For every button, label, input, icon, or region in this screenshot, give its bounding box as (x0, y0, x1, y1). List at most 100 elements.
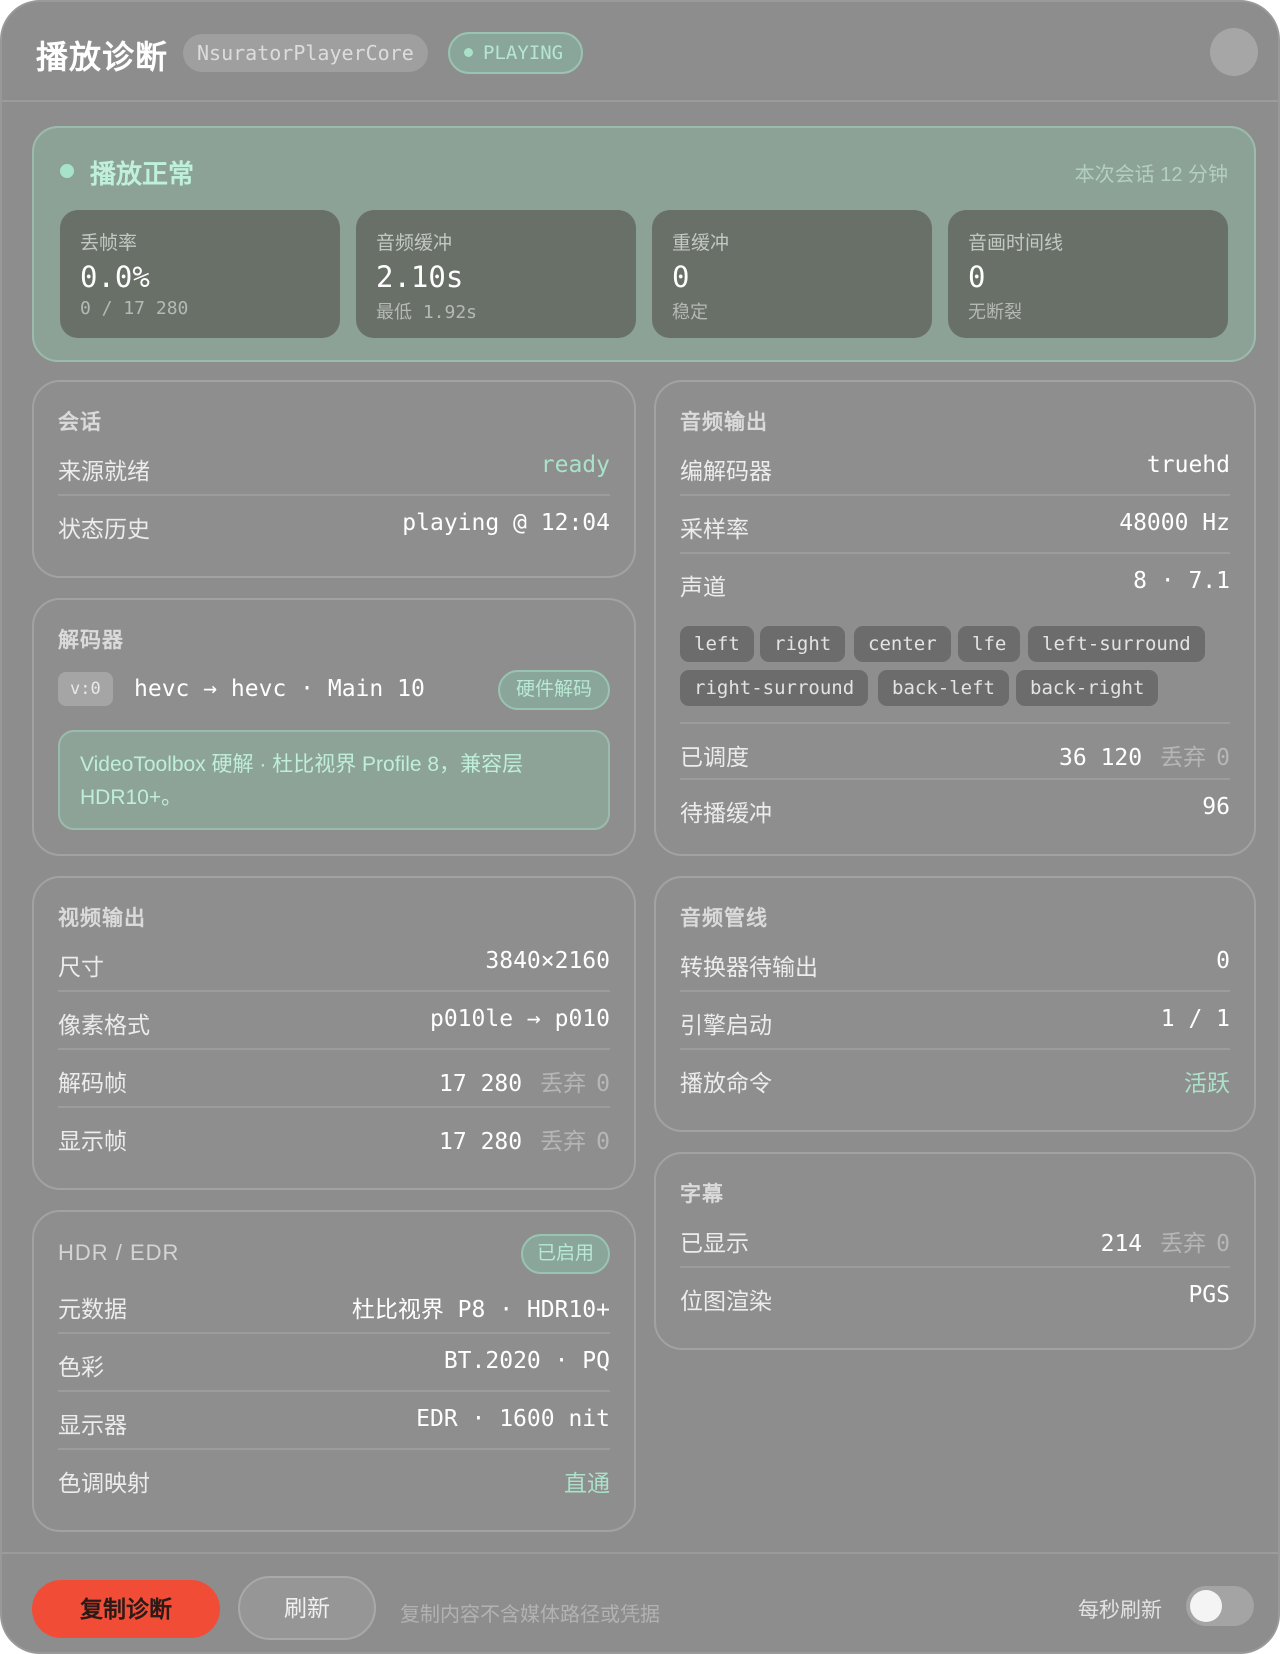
dropped-count: 0 (1216, 1231, 1230, 1257)
row-key: 元数据 (58, 1296, 127, 1322)
row-pixel-format: 像素格式 p010le → p010 (58, 992, 610, 1050)
row-source-ready: 来源就绪 ready (58, 438, 610, 496)
row-dimensions: 尺寸 3840×2160 (58, 934, 610, 992)
metric-label: 音画时间线 (968, 233, 1064, 254)
status-summary-card: 播放正常 本次会话 12 分钟 丢帧率 0.0% 0 / 17 280 音频缓冲… (32, 126, 1256, 362)
close-button[interactable] (1210, 28, 1258, 76)
row-state-history: 状态历史 playing @ 12:04 (58, 496, 610, 554)
channel-tag: left (680, 626, 754, 662)
row-key: 编解码器 (680, 458, 772, 484)
decoder-note: VideoToolbox 硬解 · 杜比视界 Profile 8，兼容层 HDR… (58, 730, 610, 830)
codec-line: hevc → hevc · Main 10 (134, 676, 425, 702)
panel-heading: 视频输出 (58, 907, 146, 930)
row-play-command: 播放命令 活跃 (680, 1050, 1230, 1108)
row-metadata: 元数据 杜比视界 P8 · HDR10+ (58, 1276, 610, 1334)
row-channels: 声道 8 · 7.1 (680, 554, 1230, 612)
row-key: 显示器 (58, 1412, 127, 1438)
diagnostics-window: 播放诊断 NsuratorPlayerCore PLAYING 播放正常 本次会… (0, 0, 1280, 1654)
hardware-decode-badge: 硬件解码 (497, 670, 610, 710)
dropped-count: 0 (596, 1129, 610, 1155)
row-value: 214 丢弃 0 (1101, 1224, 1230, 1258)
row-key: 已调度 (680, 744, 749, 770)
channel-tag: right (760, 626, 846, 662)
row-value: 48000 Hz (1119, 510, 1230, 536)
row-scheduled: 已调度 36 120 丢弃 0 (680, 722, 1230, 780)
copy-diagnostics-button[interactable]: 复制诊断 (32, 1580, 220, 1638)
metric-sub: 稳定 (672, 302, 708, 322)
toggle-knob (1190, 1590, 1222, 1622)
row-key: 待播缓冲 (680, 800, 772, 826)
row-value: PGS (1188, 1282, 1230, 1308)
row-value: truehd (1146, 452, 1230, 478)
row-value: 直通 (564, 1470, 610, 1496)
panel-heading: 解码器 (58, 629, 124, 652)
panel-heading: 音频管线 (680, 907, 768, 930)
player-core-badge: NsuratorPlayerCore (183, 34, 428, 72)
page-title: 播放诊断 (36, 39, 169, 75)
metric-audio-buffer: 音频缓冲 2.10s 最低 1.92s (356, 210, 636, 338)
metric-sub: 最低 1.92s (376, 302, 478, 323)
row-value: 0 (1216, 948, 1230, 974)
row-value: 活跃 (1184, 1070, 1230, 1096)
row-value: 17 280 丢弃 0 (439, 1064, 610, 1098)
metric-av-timeline: 音画时间线 0 无断裂 (948, 210, 1228, 338)
row-value: 1 / 1 (1160, 1006, 1230, 1032)
row-key: 播放命令 (680, 1070, 772, 1096)
status-ok-icon (60, 164, 74, 178)
playback-state-badge: PLAYING (448, 32, 584, 74)
row-key: 引擎启动 (680, 1012, 772, 1038)
row-key: 状态历史 (58, 516, 150, 542)
value-text: 36 120 (1059, 745, 1143, 771)
row-key: 转换器待输出 (680, 954, 818, 980)
row-key: 尺寸 (58, 954, 104, 980)
row-decoded-frames: 解码帧 17 280 丢弃 0 (58, 1050, 610, 1108)
row-key: 色调映射 (58, 1470, 150, 1496)
channel-tag: right-surround (680, 670, 869, 706)
value-text: 214 (1100, 1231, 1143, 1257)
channel-tag: center (854, 626, 951, 662)
hdr-enabled-badge: 已启用 (520, 1234, 610, 1274)
playback-state-label: PLAYING (483, 42, 564, 64)
track-badge: v:0 (58, 672, 113, 706)
refresh-button[interactable]: 刷新 (238, 1576, 376, 1640)
row-engine-start: 引擎启动 1 / 1 (680, 992, 1230, 1050)
row-key: 来源就绪 (58, 458, 150, 484)
row-value: 96 (1202, 794, 1230, 820)
row-value: ready (540, 452, 610, 478)
auto-refresh-toggle[interactable] (1186, 1586, 1254, 1626)
row-key: 解码帧 (58, 1070, 127, 1096)
row-key: 像素格式 (58, 1012, 150, 1038)
metric-label: 重缓冲 (672, 233, 730, 254)
status-title: 播放正常 (90, 159, 195, 189)
row-value: BT.2020 · PQ (443, 1348, 610, 1374)
channel-tag: lfe (958, 626, 1021, 662)
row-value: 36 120 丢弃 0 (1059, 738, 1230, 772)
row-value: 17 280 丢弃 0 (439, 1122, 610, 1156)
channel-tag: back-left (878, 670, 1009, 706)
dropped-count: 0 (1216, 745, 1230, 771)
audio-pipeline-panel: 音频管线 转换器待输出 0 引擎启动 1 / 1 播放命令 活跃 (654, 876, 1256, 1132)
row-value: 8 · 7.1 (1133, 568, 1230, 594)
row-key: 采样率 (680, 516, 749, 542)
panel-heading: 音频输出 (680, 411, 768, 434)
value-text: 17 280 (439, 1071, 523, 1097)
row-value: p010le → p010 (429, 1006, 610, 1032)
row-value: playing @ 12:04 (402, 510, 610, 536)
row-displayed-frames: 显示帧 17 280 丢弃 0 (58, 1108, 610, 1166)
metric-value: 0 (672, 260, 690, 294)
row-tone-mapping: 色调映射 直通 (58, 1450, 610, 1508)
row-bitmap-render: 位图渲染 PGS (680, 1268, 1230, 1326)
metric-value: 0 (968, 260, 986, 294)
hdr-panel: HDR / EDR 已启用 元数据 杜比视界 P8 · HDR10+ 色彩 BT… (32, 1210, 636, 1532)
metric-value: 2.10s (376, 260, 464, 294)
row-value: EDR · 1600 nit (416, 1406, 610, 1432)
panel-heading: 会话 (58, 411, 102, 434)
audio-output-panel: 音频输出 编解码器 truehd 采样率 48000 Hz 声道 8 · 7.1… (654, 380, 1256, 856)
dropped-label: 丢弃 (540, 1129, 587, 1155)
row-sample-rate: 采样率 48000 Hz (680, 496, 1230, 554)
status-dot-icon (464, 48, 473, 57)
subtitles-panel: 字幕 已显示 214 丢弃 0 位图渲染 PGS (654, 1152, 1256, 1350)
row-converter-pending: 转换器待输出 0 (680, 934, 1230, 992)
footer-bar: 复制诊断 刷新 复制内容不含媒体路径或凭据 每秒刷新 (2, 1552, 1278, 1652)
channel-tag: left-surround (1028, 626, 1205, 662)
